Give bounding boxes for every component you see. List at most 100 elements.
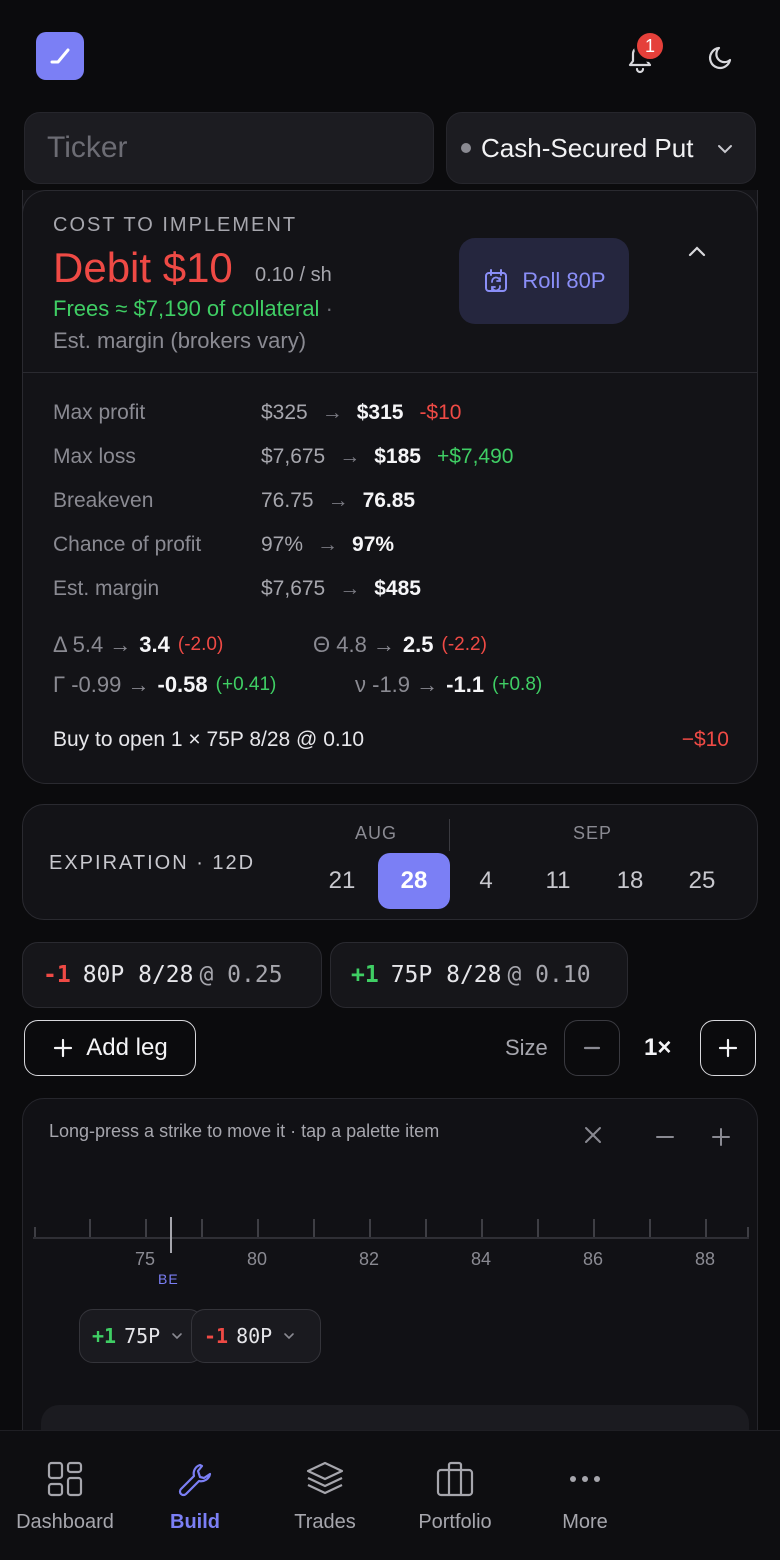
greeks-row-2: Γ -0.99 → -0.58 (+0.41) ν -1.9 → -1.1 (+… <box>53 670 542 700</box>
expiration-day[interactable]: 18 <box>594 853 666 909</box>
metric-new-value: $185 <box>374 445 421 468</box>
strategy-select[interactable]: Cash-Secured Put <box>446 112 756 184</box>
margin-note: Est. margin (brokers vary) <box>53 328 307 353</box>
major-tick <box>145 1219 147 1237</box>
per-share-cost: 0.10 / sh <box>255 264 332 286</box>
cost-label: COST TO IMPLEMENT <box>53 214 298 236</box>
expiration-label: EXPIRATION · 12D <box>49 852 256 874</box>
expiration-day[interactable]: 11 <box>522 853 594 909</box>
app-logo[interactable] <box>36 32 84 80</box>
logo-icon <box>50 48 70 64</box>
size-increase-button[interactable] <box>700 1020 756 1076</box>
greek-vega: ν -1.9 → -1.1 (+0.8) <box>355 672 542 698</box>
greek-theta: Θ 4.8 → 2.5 (-2.2) <box>313 632 487 658</box>
moon-icon <box>709 46 732 69</box>
greek-old: Θ 4.8 → <box>313 632 395 657</box>
breakeven-marker <box>170 1217 172 1253</box>
expiration-day[interactable]: 25 <box>666 853 738 909</box>
major-tick <box>593 1219 595 1237</box>
collapse-button[interactable] <box>681 236 713 268</box>
strike-label: 75P <box>124 1324 161 1348</box>
metric-chance-of-profit: Chance of profit 97% → 97% <box>53 530 394 560</box>
plus-icon <box>712 1128 730 1146</box>
greek-new: 2.5 <box>402 632 434 657</box>
card-top-border <box>22 190 758 214</box>
plus-icon <box>718 1038 738 1058</box>
expiration-day[interactable]: 21 <box>306 853 378 909</box>
status-dot <box>461 143 471 153</box>
minor-tick <box>34 1227 36 1237</box>
cost-card: COST TO IMPLEMENT Debit $10 0.10 / sh Fr… <box>22 190 758 784</box>
chevron-down-icon <box>718 145 732 154</box>
frees-text: Frees ≈ $7,190 of collateral <box>53 296 320 321</box>
minor-tick <box>537 1219 539 1237</box>
size-value: 1× <box>644 1034 672 1061</box>
nav-portfolio[interactable]: Portfolio <box>390 1431 520 1560</box>
notification-badge: 1 <box>634 30 666 62</box>
leg-chip[interactable]: +1 75P 8/28 @ 0.10 <box>330 942 628 1008</box>
roll-calendar-icon <box>485 269 508 292</box>
dismiss-hint-button[interactable] <box>579 1121 607 1149</box>
tick-label: 80 <box>246 1249 268 1269</box>
tick-label: 84 <box>470 1249 492 1269</box>
theme-toggle[interactable] <box>700 38 740 78</box>
strategy-label: Cash-Secured Put <box>481 132 694 163</box>
metric-max-loss: Max loss $7,675 → $185 +$7,490 <box>53 442 513 472</box>
metric-old-value: $325 <box>261 401 308 424</box>
greek-new: -1.1 <box>446 672 485 697</box>
greek-change: (+0.8) <box>492 674 543 695</box>
arrow-right-icon: → <box>327 489 349 512</box>
add-leg-button[interactable]: Add leg <box>24 1020 196 1076</box>
nav-trades[interactable]: Trades <box>260 1431 390 1560</box>
greek-old: Δ 5.4 → <box>53 632 132 657</box>
greek-old: ν -1.9 → <box>355 672 439 697</box>
leg-qty: +1 <box>351 962 379 988</box>
nav-label: Dashboard <box>16 1511 114 1533</box>
plus-icon <box>54 1038 73 1058</box>
roll-button[interactable]: Roll 80P <box>459 238 629 324</box>
leg-desc: 80P 8/28 <box>82 962 194 988</box>
metric-new-value: 76.85 <box>362 489 416 512</box>
metric-label: Max profit <box>53 401 146 424</box>
bottom-nav: Dashboard Build Trades Portfolio More <box>0 1430 780 1560</box>
chevron-down-icon <box>172 1333 183 1340</box>
arrow-right-icon: → <box>339 577 361 600</box>
nav-label: Build <box>170 1511 220 1533</box>
nav-dashboard[interactable]: Dashboard <box>0 1431 130 1560</box>
zoom-out-button[interactable] <box>651 1123 679 1151</box>
strike-axis <box>33 1237 749 1239</box>
breakeven-label: BE <box>158 1271 179 1287</box>
strike-chip-80p[interactable]: -1 80P <box>191 1309 321 1363</box>
order-amount: −$10 <box>681 728 729 751</box>
expiration-day-selected[interactable]: 28 <box>378 853 450 909</box>
nav-more[interactable]: More <box>520 1431 650 1560</box>
zoom-in-button[interactable] <box>707 1123 735 1151</box>
metric-label: Est. margin <box>53 577 160 600</box>
expiration-day[interactable]: 4 <box>450 853 522 909</box>
chevron-down-icon <box>284 1333 295 1340</box>
metric-old-value: 76.75 <box>261 489 314 512</box>
minor-tick <box>747 1227 749 1237</box>
nav-build[interactable]: Build <box>130 1431 260 1560</box>
frees-collateral: Frees ≈ $7,190 of collateral · <box>53 296 333 322</box>
layers-icon <box>303 1457 347 1501</box>
arrow-right-icon: → <box>317 533 339 556</box>
greek-gamma: Γ -0.99 → -0.58 (+0.41) <box>53 672 355 698</box>
metric-est-margin: Est. margin $7,675 → $485 <box>53 574 421 604</box>
frees-separator: · <box>325 296 333 321</box>
metric-breakeven: Breakeven 76.75 → 76.85 <box>53 486 415 516</box>
size-decrease-button[interactable] <box>564 1020 620 1076</box>
metric-delta: -$10 <box>419 401 462 424</box>
ticker-input[interactable] <box>24 112 434 184</box>
month-label: SEP <box>573 823 613 843</box>
tick-label: 86 <box>582 1249 604 1269</box>
nav-label: Portfolio <box>418 1511 492 1533</box>
metric-old-value: 97% <box>261 533 304 556</box>
leg-chip[interactable]: -1 80P 8/28 @ 0.25 <box>22 942 322 1008</box>
roll-label: Roll 80P <box>522 268 606 293</box>
strike-chip-75p[interactable]: +1 75P <box>79 1309 203 1363</box>
strike-qty: -1 <box>204 1324 229 1348</box>
metric-old-value: $7,675 <box>261 445 326 468</box>
metric-delta: +$7,490 <box>436 445 514 468</box>
more-icon <box>563 1457 607 1501</box>
